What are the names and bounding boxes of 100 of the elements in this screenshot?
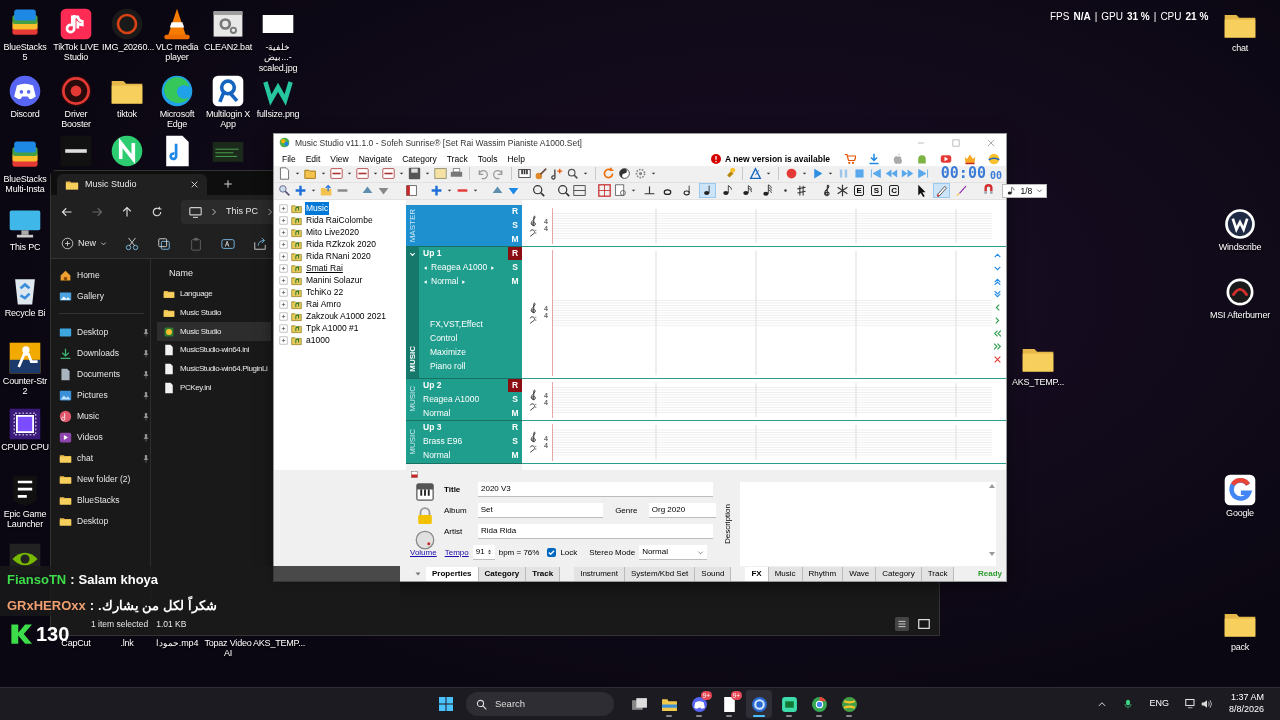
track-header[interactable]: MUSIC Up 2 R Reagea A1000 S Normal M [406,378,522,421]
breadcrumb-link[interactable]: This PC [226,205,258,219]
icon-label: Counter-Str 2 [1,376,49,397]
mode-button[interactable]: S [871,185,882,197]
track-header[interactable]: MASTER R S M [406,204,522,247]
sidebar-item[interactable]: Videos [59,427,150,448]
tree-item[interactable]: Manini Solazur [305,274,364,288]
sidebar-item[interactable]: Desktop [59,511,150,532]
tree-item[interactable]: Rida RNani 2020 [305,250,372,264]
file-row[interactable]: Music Studio [157,303,271,323]
field-label: Title [444,483,462,496]
tree-item[interactable]: Rai Amro [305,298,342,312]
panel-tab[interactable]: Instrument [574,566,625,581]
title-field[interactable]: 2020 V3 [478,482,713,498]
tree-item[interactable]: Music [305,202,330,216]
sidebar-item[interactable]: Gallery [59,286,150,307]
volume-link[interactable]: Volume [410,546,437,559]
status-text: Ready [978,567,1002,580]
icon-label: fullsize.png [256,109,300,120]
tempo-link[interactable]: Tempo [444,546,469,559]
icon-label: CPUID CPU [1,442,49,453]
genre-field[interactable]: Org 2020 [648,503,716,519]
record-button[interactable]: R [508,205,522,219]
track-header[interactable]: MUSIC Up 1 R Reagea A1000 S Normal M FX,VST,Effect Control Maximize Piano roll [406,246,522,379]
update-notice[interactable]: A new version is available [724,152,830,166]
new-button[interactable]: New [61,236,107,251]
panel-tab[interactable]: Sound [695,566,732,581]
field-label: Genre [615,504,639,517]
menu-item[interactable]: Category [397,152,442,166]
tree-item[interactable]: Zakzouk A1000 2021 [305,310,387,324]
window-tab[interactable]: Music Studio [57,174,207,195]
icon-label: BlueStacks 5 [2,42,48,63]
panel-tab[interactable]: Properties [426,566,479,581]
icon-label: VLC media player [154,42,200,63]
separator: | [1094,10,1098,24]
sidebar-item[interactable]: Music [59,406,150,427]
icon-label: pack [1230,642,1250,653]
panel-tab[interactable]: System/Kbd Set [624,566,696,581]
note-value-dropdown[interactable]: 1/8 [1002,183,1048,198]
sidebar-item[interactable]: New folder (2) [59,469,150,490]
icon-label: BlueStacks Multi-Insta [2,174,48,195]
mute-button[interactable]: M [508,232,522,246]
stereo-mode-select[interactable]: Normal [639,545,708,561]
search-box[interactable]: Search [466,692,614,716]
solo-button[interactable]: S [508,218,522,232]
menu-item[interactable]: Tools [472,152,503,166]
sidebar-item[interactable]: Downloads [59,343,150,364]
menu-item[interactable]: Edit [300,152,326,166]
icon-label: Google [1226,508,1254,519]
section-label: MUSIC [406,428,418,455]
frame-display: 00 [989,171,1002,182]
menu-item[interactable]: View [325,152,354,166]
tempo-field[interactable]: 91 [472,545,495,561]
icon-label: Epic Game Launcher [2,509,48,530]
panel-tab[interactable]: Track [921,566,955,581]
panel-tab[interactable]: Wave [843,566,877,581]
menu-item[interactable]: Help [502,152,530,166]
file-row[interactable]: MusicStudio-win64.ini [157,341,271,360]
sidebar-item[interactable]: BlueStacks [59,490,150,511]
panel-tab[interactable]: FX [745,566,769,581]
panel-tab[interactable]: Track [526,566,561,581]
tree-item[interactable]: Smati Rai [305,262,344,276]
field-label: Stereo Mode [589,546,636,559]
panel-tab[interactable]: Category [478,566,527,581]
file-row[interactable]: PCKey.ini [157,378,271,398]
tree-item[interactable]: Mito Live2020 [305,226,360,240]
tree-item[interactable]: Tpk A1000 #1 [305,322,360,336]
record-button[interactable]: R [508,379,522,393]
panel-tab[interactable]: Rhythm [802,566,844,581]
album-field[interactable]: Set [477,503,604,519]
tree-item[interactable]: TchiKo 22 [305,286,345,300]
lock-checkbox[interactable]: Lock [547,546,578,559]
file-row[interactable]: Language [157,285,271,304]
stat-value: 31 % [1126,10,1150,24]
tree-item[interactable]: Rida RaiColombe [305,214,374,228]
mode-button[interactable]: E [854,185,865,197]
status-text: 1.01 KB [156,617,187,631]
menu-item[interactable]: Track [441,152,473,166]
file-row[interactable]: Music Studio [157,322,271,342]
tree-item[interactable]: a1000 [305,334,331,348]
file-row[interactable]: MusicStudio-win64.PluginLi [157,359,271,379]
column-header[interactable]: Name [169,267,193,281]
sidebar-item[interactable]: Documents [59,364,150,385]
artist-field[interactable]: Rida Rida [478,524,713,540]
sidebar-item[interactable]: Desktop [59,322,150,343]
chat-username: GRxHEROxx [7,597,86,615]
clock[interactable]: 1:37 AM 8/8/2026 [1228,692,1264,716]
chat-message: شكراً لكل من يشارك. [98,596,217,616]
sidebar-item[interactable]: Pictures [59,385,150,406]
panel-tab[interactable]: Music [768,566,803,581]
sidebar-item[interactable]: Home [59,265,150,286]
language-indicator[interactable]: ENG [1149,697,1169,711]
field-label: Album [444,504,468,517]
mode-button[interactable]: C [888,185,900,197]
panel-tab[interactable]: Category [876,566,922,581]
menu-item[interactable]: Navigate [353,152,398,166]
sidebar-item[interactable]: chat [59,448,150,469]
record-button[interactable]: R [508,247,522,261]
menu-item[interactable]: File [277,152,301,166]
tree-item[interactable]: Rida RZkzok 2020 [305,238,377,252]
